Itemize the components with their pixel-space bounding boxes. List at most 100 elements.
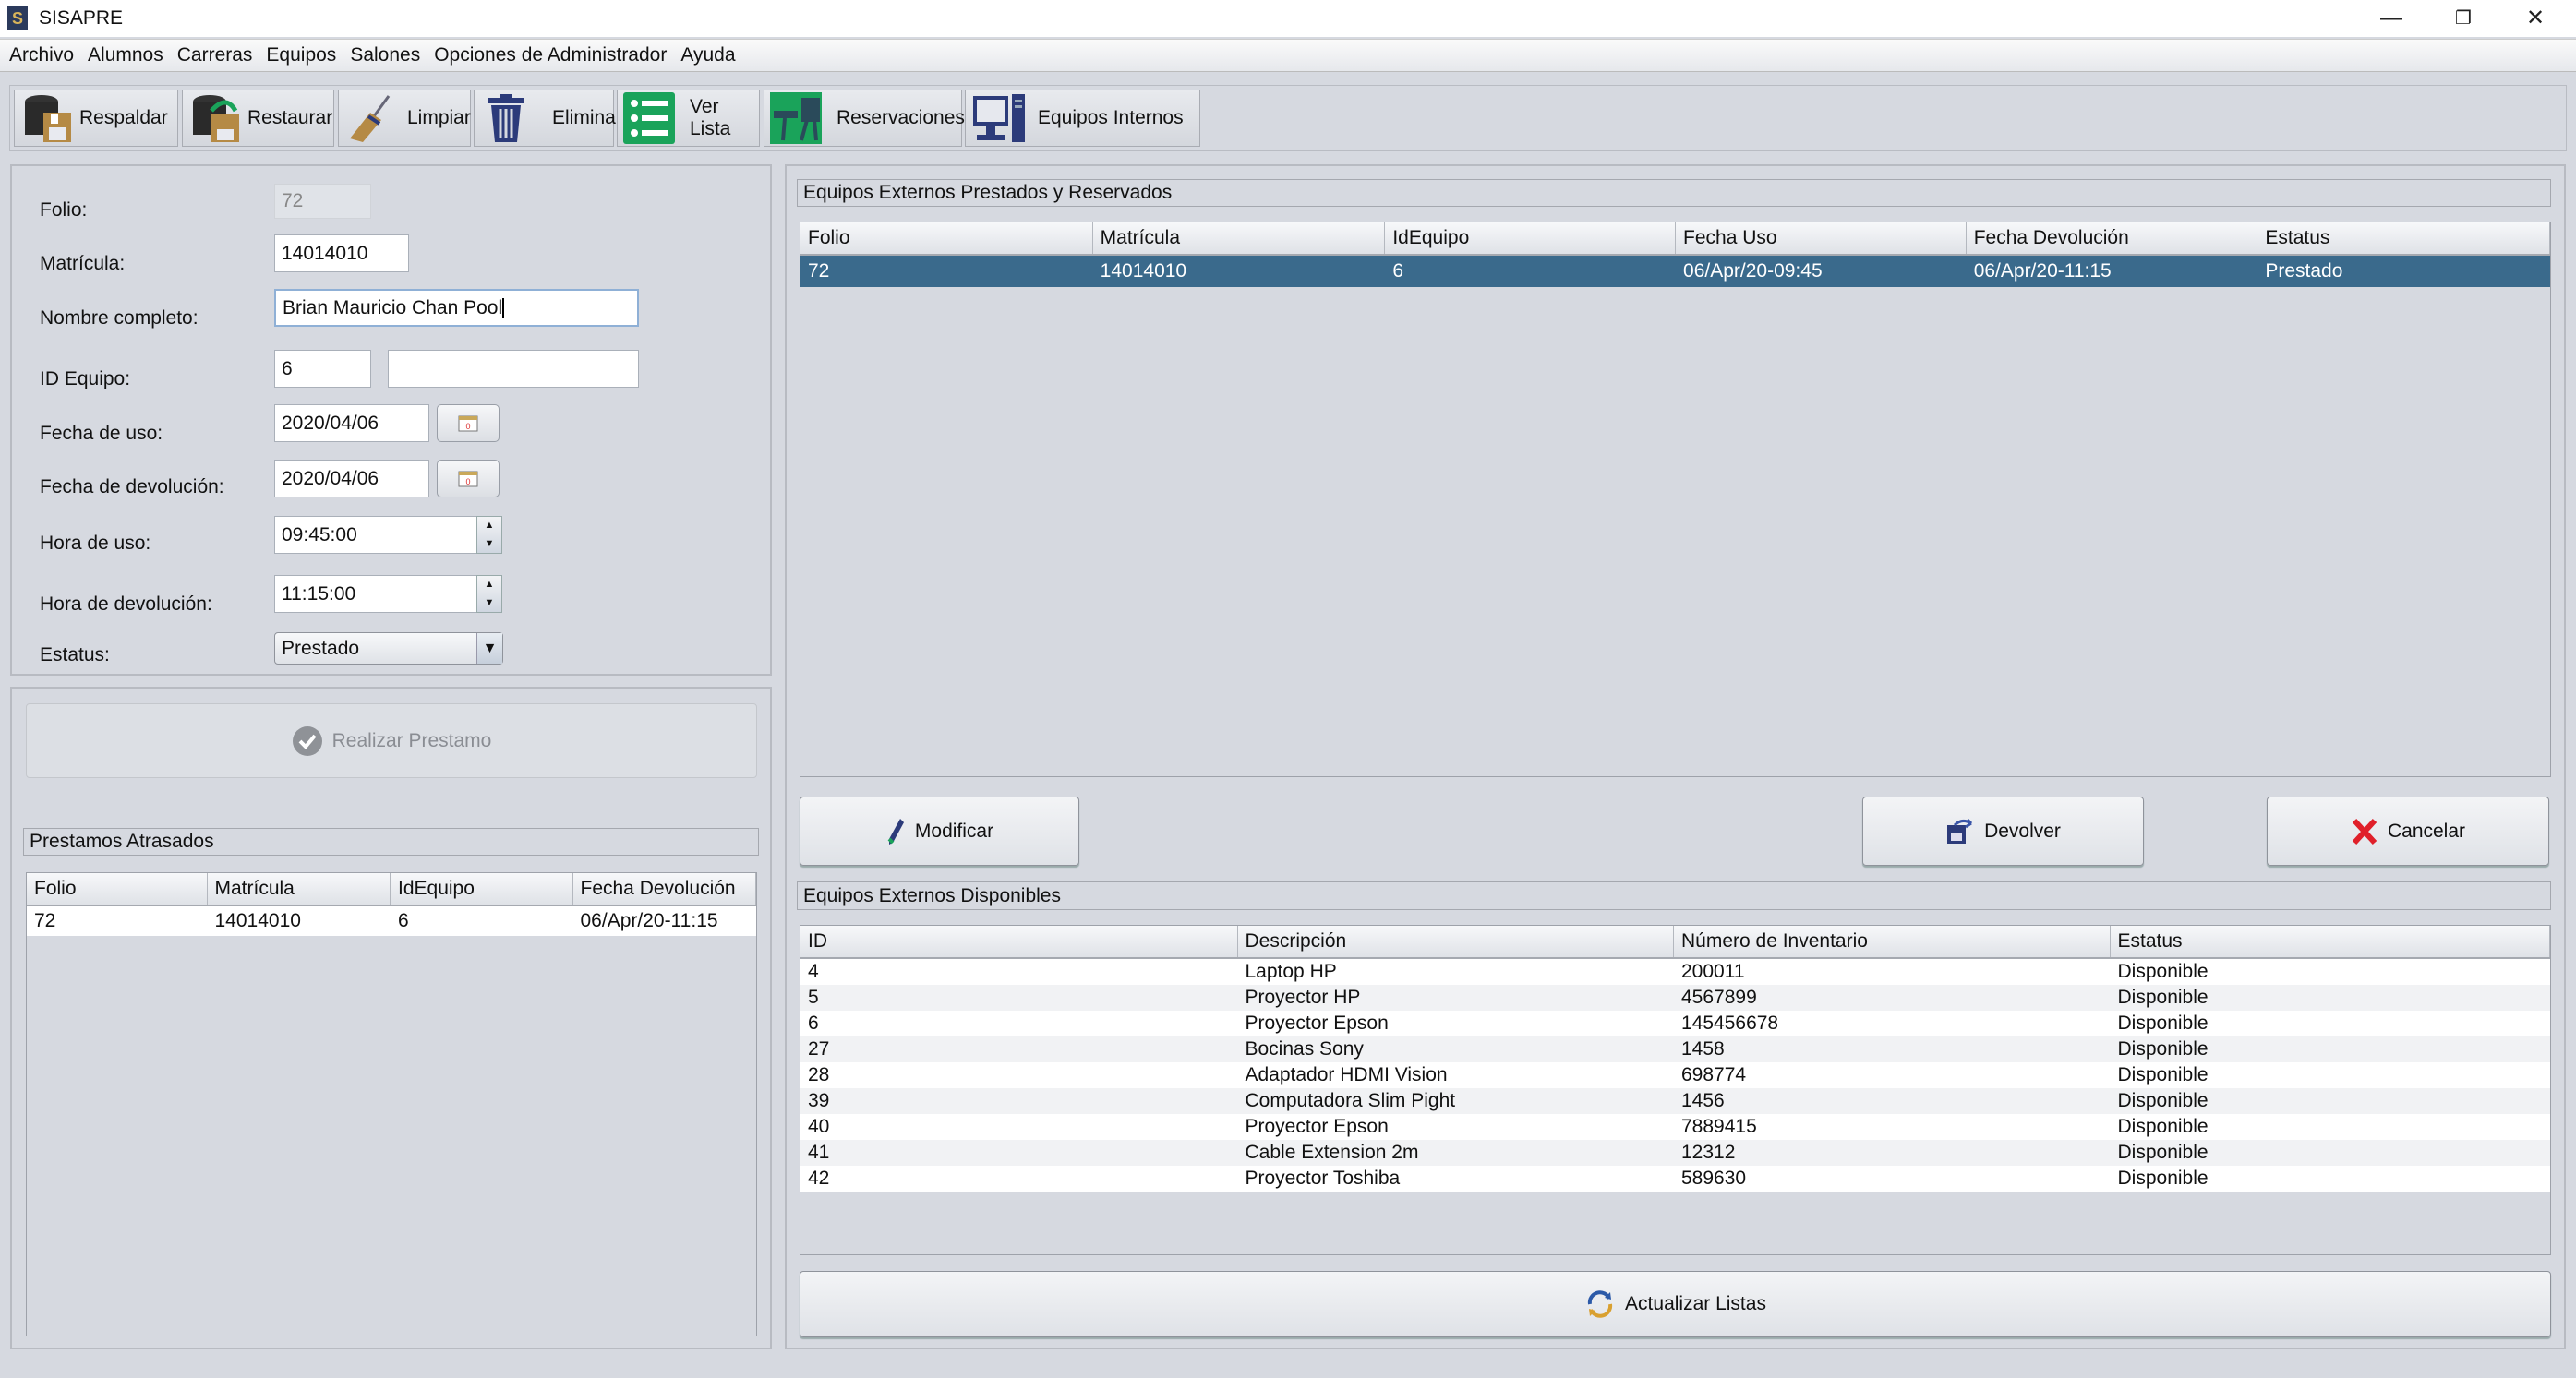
estatus-select[interactable]: Prestado ▼: [274, 632, 503, 665]
menu-salones[interactable]: Salones: [350, 44, 420, 66]
spinner-up-icon[interactable]: ▲: [477, 576, 501, 594]
table-cell: Disponible: [2117, 1090, 2209, 1111]
equipos-internos-button[interactable]: Equipos Internos: [965, 90, 1200, 147]
realizar-prestamo-label: Realizar Prestamo: [331, 729, 492, 751]
column-header[interactable]: Estatus: [2111, 926, 2550, 957]
id-equipo-field[interactable]: 6: [274, 350, 371, 388]
atrasados-table: Folio Matrícula IdEquipo Fecha Devolución 72…: [26, 872, 757, 1336]
table-cell: 72: [34, 910, 56, 931]
table-row[interactable]: 72 14014010 6 06/Apr/20-09:45 06/Apr/20-11:1…: [800, 256, 2550, 287]
restaurar-button[interactable]: Restaurar: [182, 90, 334, 147]
table-row[interactable]: 40 Proyector Epson 7889415 Disponible: [800, 1114, 2550, 1140]
column-header[interactable]: Estatus: [2257, 222, 2550, 254]
limpiar-label: Limpiar: [407, 107, 471, 128]
table-cell: Proyector Epson: [1245, 1013, 1389, 1034]
respaldar-button[interactable]: Respaldar: [14, 90, 178, 147]
table-cell: 06/Apr/20-11:15: [580, 910, 718, 931]
restaurar-label: Restaurar: [247, 107, 333, 128]
pencil-edit-icon: [887, 818, 904, 845]
menu-alumnos[interactable]: Alumnos: [88, 44, 163, 66]
spinner-up-icon[interactable]: ▲: [477, 517, 501, 535]
fecha-uso-label: Fecha de uso:: [40, 423, 163, 444]
close-button[interactable]: ✕: [2500, 0, 2570, 37]
column-header[interactable]: IdEquipo: [391, 873, 573, 905]
limpiar-button[interactable]: Limpiar: [338, 90, 471, 147]
return-icon: [1947, 818, 1973, 844]
hora-devolucion-field[interactable]: 11:15:00: [274, 575, 477, 613]
menu-archivo[interactable]: Archivo: [9, 44, 74, 66]
fecha-uso-field[interactable]: 2020/04/06: [274, 404, 429, 442]
menu-equipos[interactable]: Equipos: [266, 44, 336, 66]
fecha-devolucion-field[interactable]: 2020/04/06: [274, 460, 429, 497]
cancelar-button[interactable]: Cancelar: [2267, 797, 2549, 866]
table-cell: 200011: [1681, 961, 1745, 982]
table-cell: 6: [398, 910, 409, 931]
chevron-down-icon[interactable]: ▼: [476, 633, 502, 664]
fecha-devolucion-calendar-button[interactable]: 0: [437, 460, 500, 497]
column-header[interactable]: Fecha Uso: [1676, 222, 1967, 254]
column-header[interactable]: Fecha Devolución: [573, 873, 756, 905]
restore-button[interactable]: ❐: [2428, 0, 2498, 37]
menu-ayuda[interactable]: Ayuda: [680, 44, 735, 66]
prestados-table: Folio Matrícula IdEquipo Fecha Uso Fecha Dev…: [800, 222, 2551, 777]
table-row[interactable]: 72 14014010 6 06/Apr/20-11:15: [27, 906, 756, 936]
modificar-button[interactable]: Modificar: [800, 797, 1079, 866]
column-header[interactable]: ID: [800, 926, 1238, 957]
table-cell: Disponible: [2117, 1064, 2209, 1085]
table-row[interactable]: 6 Proyector Epson 145456678 Disponible: [800, 1011, 2550, 1036]
fecha-devolucion-label: Fecha de devolución:: [40, 476, 224, 497]
reservaciones-button[interactable]: Reservaciones: [764, 90, 965, 147]
table-row[interactable]: 27 Bocinas Sony 1458 Disponible: [800, 1036, 2550, 1062]
menu-carreras[interactable]: Carreras: [177, 44, 253, 66]
column-header[interactable]: Fecha Devolución: [1967, 222, 2258, 254]
column-header[interactable]: Folio: [800, 222, 1093, 254]
hora-uso-field[interactable]: 09:45:00: [274, 516, 477, 554]
table-header: ID Descripción Número de Inventario Estatus: [800, 926, 2550, 959]
menu-opciones-administrador[interactable]: Opciones de Administrador: [434, 44, 667, 66]
app-logo-icon: S: [7, 6, 28, 30]
refresh-icon: [1587, 1290, 1613, 1318]
table-cell: 12312: [1681, 1142, 1736, 1163]
table-row[interactable]: 39 Computadora Slim Pight 1456 Disponible: [800, 1088, 2550, 1114]
hora-uso-spinner[interactable]: ▲ ▼: [476, 516, 502, 554]
table-cell: 6: [808, 1013, 819, 1034]
respaldar-label: Respaldar: [79, 107, 168, 128]
nombre-label: Nombre completo:: [40, 307, 199, 329]
hora-devolucion-spinner[interactable]: ▲ ▼: [476, 575, 502, 613]
modificar-label: Modificar: [914, 820, 994, 842]
table-cell: Proyector Toshiba: [1245, 1168, 1401, 1189]
table-header: Folio Matrícula IdEquipo Fecha Uso Fecha Dev…: [800, 222, 2550, 256]
eliminar-label: Eliminar: [552, 107, 622, 128]
equipo-descripcion-field[interactable]: [388, 350, 639, 388]
table-row[interactable]: 5 Proyector HP 4567899 Disponible: [800, 985, 2550, 1011]
eliminar-button[interactable]: Eliminar: [474, 90, 622, 147]
table-cell: 06/Apr/20-11:15: [1973, 260, 2112, 282]
table-cell: Disponible: [2117, 1168, 2209, 1189]
ver-lista-button[interactable]: Ver Lista: [617, 90, 760, 147]
table-cell: 39: [808, 1090, 830, 1111]
broom-icon: [344, 92, 396, 144]
table-cell: 06/Apr/20-09:45: [1683, 260, 1823, 282]
column-header[interactable]: Matrícula: [1093, 222, 1386, 254]
minimize-button[interactable]: —: [2356, 0, 2426, 37]
column-header[interactable]: Matrícula: [208, 873, 391, 905]
column-header[interactable]: Descripción: [1238, 926, 1674, 957]
table-row[interactable]: 42 Proyector Toshiba 589630 Disponible: [800, 1166, 2550, 1192]
table-cell: 5: [808, 987, 819, 1008]
table-cell: 698774: [1681, 1064, 1747, 1085]
matricula-field[interactable]: 14014010: [274, 234, 409, 272]
actualizar-listas-button[interactable]: Actualizar Listas: [800, 1271, 2551, 1337]
devolver-button[interactable]: Devolver: [1862, 797, 2144, 866]
table-row[interactable]: 4 Laptop HP 200011 Disponible: [800, 959, 2550, 985]
column-header[interactable]: IdEquipo: [1385, 222, 1677, 254]
table-row[interactable]: 41 Cable Extension 2m 12312 Disponible: [800, 1140, 2550, 1166]
table-row[interactable]: 28 Adaptador HDMI Vision 698774 Disponible: [800, 1062, 2550, 1088]
fecha-uso-calendar-button[interactable]: 0: [437, 404, 500, 442]
calendar-icon: 0: [458, 471, 478, 486]
column-header[interactable]: Número de Inventario: [1674, 926, 2111, 957]
realizar-prestamo-button[interactable]: Realizar Prestamo: [26, 703, 757, 778]
nombre-completo-field[interactable]: Brian Mauricio Chan Pool: [274, 289, 639, 327]
spinner-down-icon[interactable]: ▼: [477, 594, 501, 613]
spinner-down-icon[interactable]: ▼: [477, 535, 501, 554]
column-header[interactable]: Folio: [27, 873, 208, 905]
